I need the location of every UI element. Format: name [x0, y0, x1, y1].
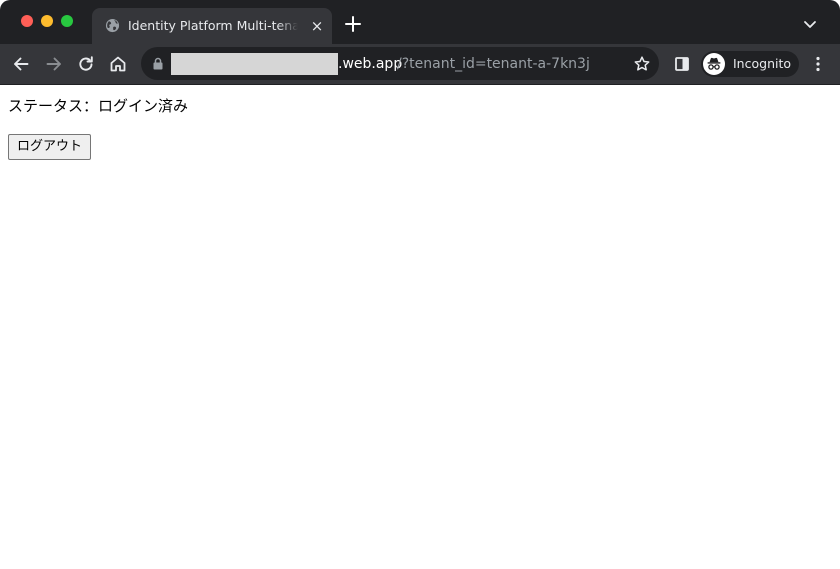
- logout-button[interactable]: ログアウト: [8, 134, 91, 160]
- url-domain: .web.app: [338, 56, 403, 72]
- tab-search-chevron-down-icon[interactable]: [802, 17, 818, 31]
- tab-title: Identity Platform Multi-tenant Demo: [128, 18, 298, 33]
- incognito-icon: [703, 53, 725, 75]
- browser-window: Identity Platform Multi-tenant Demo ×: [0, 0, 840, 569]
- new-tab-plus-icon[interactable]: [344, 15, 362, 33]
- browser-tab-active[interactable]: Identity Platform Multi-tenant Demo ×: [92, 8, 332, 44]
- page-content: ステータス：ログイン済み ログアウト: [0, 85, 840, 569]
- incognito-label: Incognito: [733, 56, 792, 71]
- reload-icon[interactable]: [76, 54, 96, 74]
- side-panel-icon[interactable]: [672, 54, 692, 74]
- home-icon[interactable]: [108, 54, 128, 74]
- browser-toolbar: .web.app /?tenant_id=tenant-a-7kn3j Inco…: [0, 44, 840, 85]
- window-close-button[interactable]: [21, 15, 33, 27]
- lock-icon[interactable]: [152, 57, 164, 70]
- url-path: /?tenant_id=tenant-a-7kn3j: [397, 56, 590, 72]
- window-zoom-button[interactable]: [61, 15, 73, 27]
- globe-icon: [105, 18, 120, 33]
- incognito-profile-button[interactable]: Incognito: [701, 51, 799, 77]
- tab-close-icon[interactable]: ×: [308, 17, 326, 35]
- address-bar[interactable]: .web.app /?tenant_id=tenant-a-7kn3j: [141, 47, 659, 80]
- bookmark-star-icon[interactable]: [633, 55, 651, 73]
- back-arrow-icon[interactable]: [11, 54, 31, 74]
- tab-strip: Identity Platform Multi-tenant Demo ×: [0, 0, 840, 44]
- login-status-text: ステータス：ログイン済み: [8, 97, 189, 115]
- url-redacted-block: [171, 53, 338, 75]
- more-vertical-menu-icon[interactable]: [808, 54, 828, 74]
- window-minimize-button[interactable]: [41, 15, 53, 27]
- forward-arrow-icon[interactable]: [44, 54, 64, 74]
